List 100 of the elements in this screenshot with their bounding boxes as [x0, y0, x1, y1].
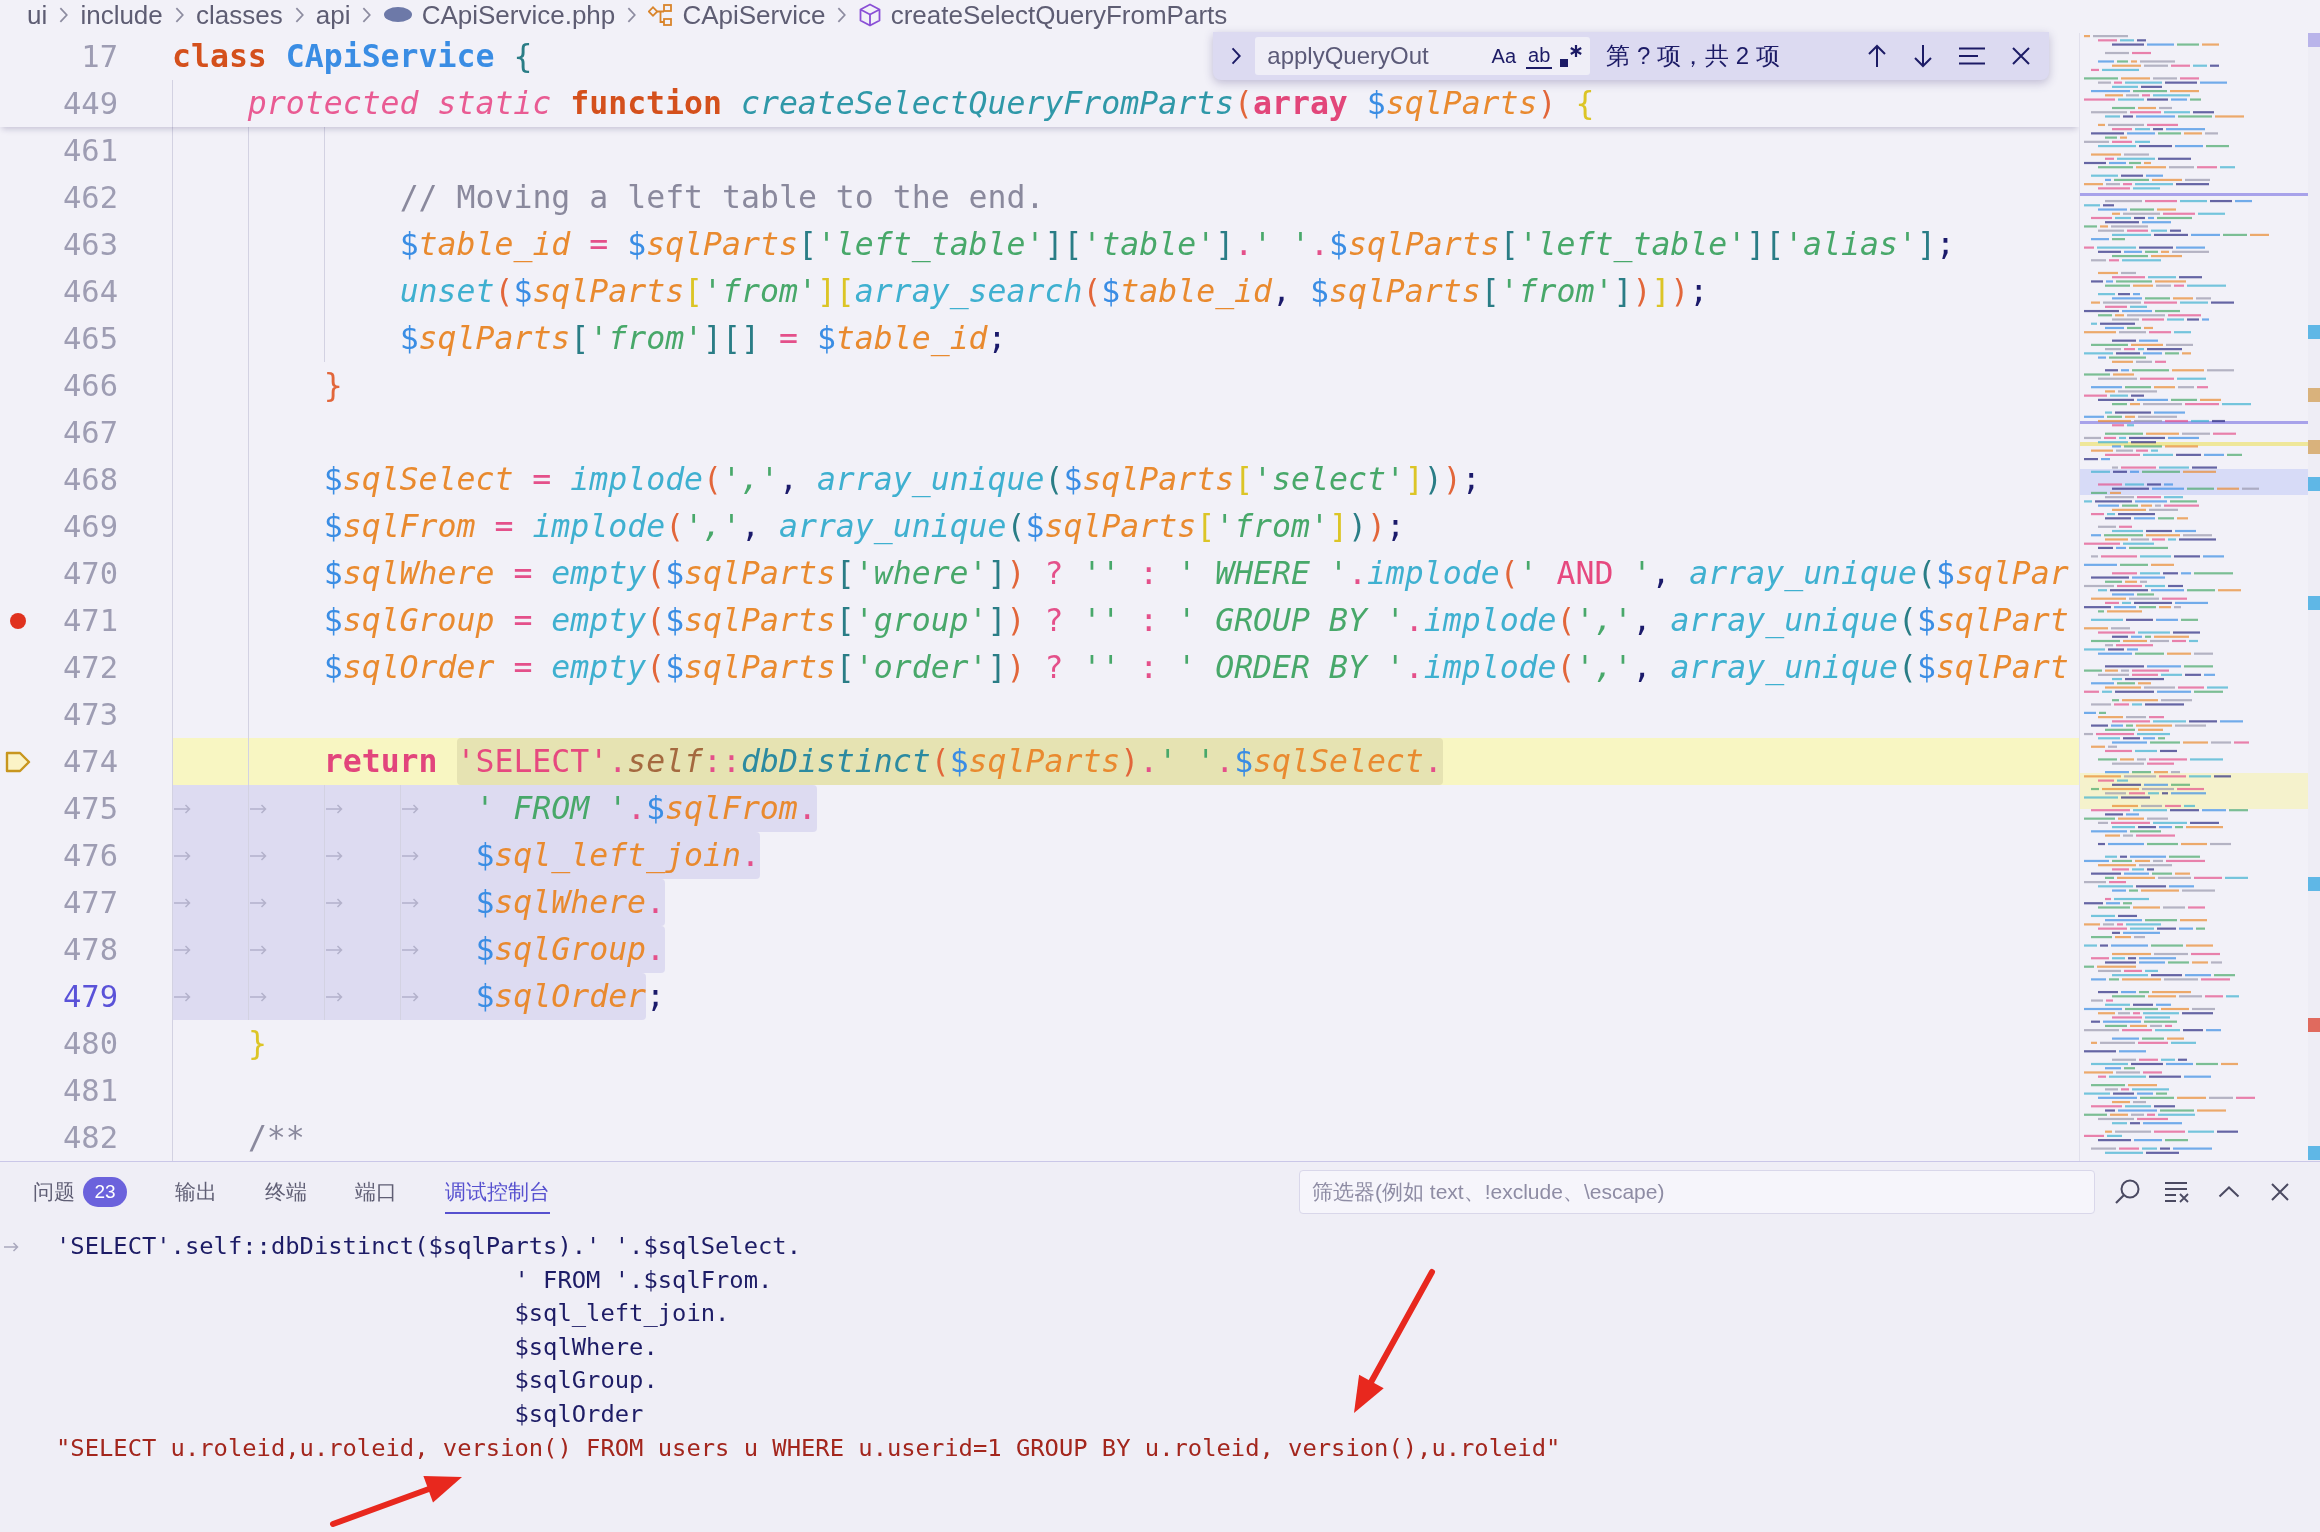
line-number: 477 — [62, 884, 118, 922]
breadcrumb-item[interactable]: CApiService — [648, 0, 826, 29]
code-line: // Moving a left table to the end. — [399, 178, 1045, 217]
line-number: 482 — [62, 1119, 118, 1157]
line-number: 461 — [62, 132, 118, 170]
panel-tab[interactable]: 问题 23 — [33, 1170, 127, 1214]
code-line: $sqlOrder = empty($sqlParts['order']) ? '' : ' ORDER BY '.implode(',', array_unique($sqlPart — [323, 648, 2069, 688]
tab-arrow-icon — [174, 897, 191, 908]
tab-arrow-icon — [174, 803, 191, 814]
line-number: 469 — [62, 508, 118, 546]
code-line: } — [323, 366, 343, 405]
tab-arrow-icon — [401, 803, 419, 814]
line-number: 17 — [81, 38, 118, 76]
code-line: class CApiService { — [172, 37, 533, 76]
count-badge: 23 — [83, 1177, 127, 1207]
match-case-toggle[interactable]: Aa — [1489, 44, 1519, 68]
code-line: $table_id = $sqlParts['left_table']['table'].' '.$sqlParts['left_table']['alias']; — [399, 225, 1955, 265]
tab-arrow-icon — [249, 897, 267, 908]
tab-arrow-icon — [249, 944, 267, 955]
close-icon[interactable] — [2270, 1182, 2290, 1202]
tab-arrow-icon — [325, 803, 343, 814]
tab-arrow-icon — [325, 991, 343, 1002]
whole-word-toggle[interactable]: ab — [1526, 43, 1553, 69]
code-line: /** — [247, 1118, 305, 1157]
line-number: 467 — [62, 414, 118, 452]
line-number: 481 — [62, 1072, 118, 1110]
line-number: 470 — [62, 555, 118, 593]
line-number: 479 — [62, 978, 118, 1016]
line-number: 475 — [62, 790, 118, 828]
breadcrumb-item[interactable]: include — [80, 0, 163, 29]
line-number: 478 — [62, 931, 118, 969]
code-line: $sqlFrom = implode(',', array_unique($sqlParts['from'])); — [323, 507, 1405, 547]
line-number: 466 — [62, 367, 118, 405]
tab-arrow-icon — [249, 850, 267, 861]
tab-arrow-icon — [325, 897, 343, 908]
line-number: 473 — [62, 696, 118, 734]
line-number: 471 — [62, 602, 118, 640]
line-number: 476 — [62, 837, 118, 875]
code-line: } — [247, 1024, 267, 1063]
breadcrumb-item[interactable]: ui — [27, 0, 48, 29]
arrow-down-icon[interactable] — [1913, 44, 1933, 68]
cube-icon — [858, 2, 881, 27]
regex-icon[interactable] — [1560, 45, 1583, 67]
breadcrumb-item[interactable]: CApiService.php — [383, 0, 616, 29]
chevron-right-icon — [627, 6, 637, 23]
code-line: $sqlWhere = empty($sqlParts['where']) ? '' : ' WHERE '.implode(' AND ', array_unique($sqlPar — [323, 554, 2069, 594]
line-number: 472 — [62, 649, 118, 687]
chevron-right-icon — [59, 6, 69, 23]
chevron-right-icon — [174, 6, 184, 23]
chevron-up-icon[interactable] — [2218, 1186, 2240, 1198]
tab-arrow-icon — [325, 850, 343, 861]
breadcrumb-item[interactable]: api — [315, 0, 351, 29]
breakpoint-icon[interactable] — [10, 612, 26, 629]
tab-arrow-icon — [401, 850, 419, 861]
chevron-right-icon[interactable] — [1231, 47, 1242, 65]
code-line: $sqlGroup = empty($sqlParts['group']) ? '' : ' GROUP BY '.implode(',', array_unique($sqlPart — [323, 601, 2069, 641]
tab-arrow-icon — [401, 991, 419, 1002]
connected-boxes-icon — [648, 3, 673, 26]
tab-arrow-icon — [249, 991, 267, 1002]
match-count: 第 ? 项，共 2 项 — [1606, 41, 1780, 71]
tab-arrow-icon — [174, 944, 191, 955]
arrow-up-icon[interactable] — [1867, 44, 1887, 68]
line-number: 465 — [62, 320, 118, 358]
console-result: "SELECT u.roleid,u.roleid, version() FROM users u WHERE u.userid=1 GROUP BY u.roleid, version(),u.roleid" — [56, 1432, 1561, 1464]
chevron-right-icon — [362, 6, 372, 23]
tab-arrow-icon — [174, 850, 191, 861]
chevron-right-icon — [837, 6, 847, 23]
debug-pointer-icon — [5, 750, 31, 773]
tab-arrow-icon — [174, 991, 191, 1002]
find-input-field[interactable]: applyQueryOut Aa ab — [1255, 37, 1591, 75]
line-number: 462 — [62, 179, 118, 217]
panel-tab[interactable]: 终端 — [265, 1170, 307, 1214]
tab-arrow-icon — [325, 944, 343, 955]
panel-tab[interactable]: 端口 — [355, 1170, 397, 1214]
close-icon[interactable] — [2011, 46, 2031, 66]
file-icon — [383, 7, 412, 22]
panel-tab[interactable]: 输出 — [175, 1170, 217, 1214]
line-number: 480 — [62, 1025, 118, 1063]
arrow-right-icon — [4, 1241, 19, 1252]
line-number: 463 — [62, 226, 118, 264]
line-number: 468 — [62, 461, 118, 499]
code-line: protected static function createSelectQueryFromParts(array $sqlParts) { — [247, 84, 1595, 123]
line-number: 449 — [62, 85, 118, 123]
line-number: 474 — [62, 743, 118, 781]
list-x-icon[interactable] — [2165, 1181, 2191, 1203]
code-line: $sqlSelect = implode(',', array_unique($sqlParts['select'])); — [323, 460, 1481, 500]
chevron-right-icon — [294, 6, 304, 23]
line-number: 464 — [62, 273, 118, 311]
breadcrumb-item[interactable]: classes — [195, 0, 283, 29]
code-line: $sqlParts['from'][] = $table_id; — [399, 319, 1007, 359]
search-icon[interactable] — [2114, 1179, 2140, 1205]
code-line: unset($sqlParts['from'][array_search($table_id, $sqlParts['from'])]); — [399, 272, 1709, 312]
breadcrumb-item[interactable]: createSelectQueryFromParts — [858, 0, 1228, 29]
tab-arrow-icon — [401, 944, 419, 955]
tab-arrow-icon — [249, 803, 267, 814]
tab-arrow-icon — [401, 897, 419, 908]
console-expression: 'SELECT'.self::dbDistinct($sqlParts).' '.$sqlSelect. ' FROM '.$sqlFrom. $sql_left_join. $sqlWhere. $sqlGroup. $sqlOrder — [56, 1231, 801, 1430]
horizontal-lines-icon[interactable] — [1959, 47, 1985, 65]
filter-field[interactable]: 筛选器(例如 text、!exclude、\escape) — [1299, 1170, 2095, 1214]
panel-tab[interactable]: 调试控制台 — [445, 1170, 550, 1214]
